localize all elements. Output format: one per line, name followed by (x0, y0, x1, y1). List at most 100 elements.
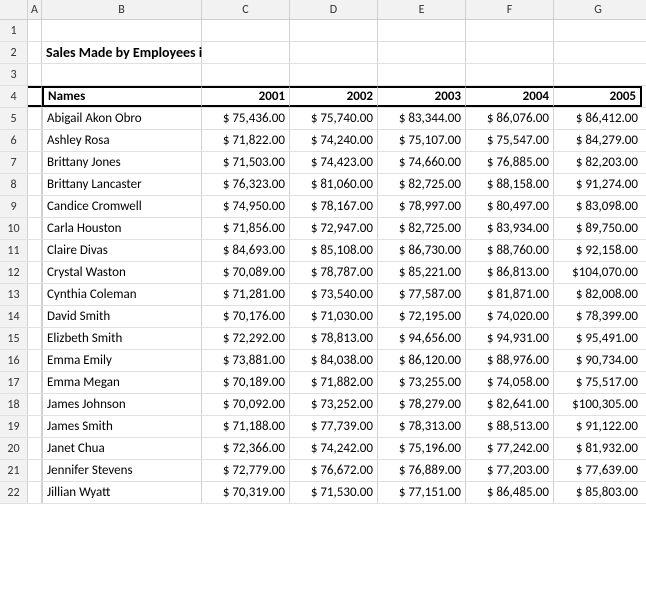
cell-c-10[interactable]: $ 71,856.00 (202, 218, 290, 239)
cell-d-2[interactable] (290, 42, 378, 63)
cell-g-7[interactable]: $ 82,203.00 (554, 152, 642, 173)
cell-g-9[interactable]: $ 83,098.00 (554, 196, 642, 217)
cell-b-7[interactable]: Brittany Jones (42, 152, 202, 173)
cell-e-18[interactable]: $ 78,279.00 (378, 394, 466, 415)
cell-d-19[interactable]: $ 77,739.00 (290, 416, 378, 437)
cell-e-5[interactable]: $ 83,344.00 (378, 108, 466, 129)
cell-g-16[interactable]: $ 90,734.00 (554, 350, 642, 371)
cell-f-21[interactable]: $ 77,203.00 (466, 460, 554, 481)
cell-f-10[interactable]: $ 83,934.00 (466, 218, 554, 239)
cell-g-18[interactable]: $100,305.00 (554, 394, 642, 415)
cell-a-11[interactable] (28, 240, 42, 261)
cell-a-13[interactable] (28, 284, 42, 305)
cell-a-17[interactable] (28, 372, 42, 393)
cell-g-8[interactable]: $ 91,274.00 (554, 174, 642, 195)
cell-a-20[interactable] (28, 438, 42, 459)
cell-d-15[interactable]: $ 78,813.00 (290, 328, 378, 349)
cell-a-18[interactable] (28, 394, 42, 415)
cell-a-7[interactable] (28, 152, 42, 173)
cell-b-12[interactable]: Crystal Waston (42, 262, 202, 283)
cell-g-13[interactable]: $ 82,008.00 (554, 284, 642, 305)
cell-c-12[interactable]: $ 70,089.00 (202, 262, 290, 283)
cell-g-2[interactable] (554, 42, 642, 63)
cell-b-17[interactable]: Emma Megan (42, 372, 202, 393)
cell-c-2[interactable] (202, 42, 290, 63)
cell-a-9[interactable] (28, 196, 42, 217)
cell-e-6[interactable]: $ 75,107.00 (378, 130, 466, 151)
cell-e-20[interactable]: $ 75,196.00 (378, 438, 466, 459)
cell-c-14[interactable]: $ 70,176.00 (202, 306, 290, 327)
cell-a-15[interactable] (28, 328, 42, 349)
cell-c-7[interactable]: $ 71,503.00 (202, 152, 290, 173)
cell-b-5[interactable]: Abigail Akon Obro (42, 108, 202, 129)
cell-e-17[interactable]: $ 73,255.00 (378, 372, 466, 393)
cell-g-21[interactable]: $ 77,639.00 (554, 460, 642, 481)
cell-g-6[interactable]: $ 84,279.00 (554, 130, 642, 151)
cell-c-13[interactable]: $ 71,281.00 (202, 284, 290, 305)
cell-c-3[interactable] (202, 64, 290, 85)
cell-e-4[interactable]: 2003 (378, 86, 466, 107)
cell-b-15[interactable]: Elizbeth Smith (42, 328, 202, 349)
cell-f-4[interactable]: 2004 (466, 86, 554, 107)
cell-f-13[interactable]: $ 81,871.00 (466, 284, 554, 305)
cell-e-1[interactable] (378, 20, 466, 41)
cell-c-1[interactable] (202, 20, 290, 41)
cell-b-18[interactable]: James Johnson (42, 394, 202, 415)
cell-e-22[interactable]: $ 77,151.00 (378, 482, 466, 503)
cell-d-12[interactable]: $ 78,787.00 (290, 262, 378, 283)
cell-b-9[interactable]: Candice Cromwell (42, 196, 202, 217)
cell-f-15[interactable]: $ 94,931.00 (466, 328, 554, 349)
cell-f-17[interactable]: $ 74,058.00 (466, 372, 554, 393)
cell-c-15[interactable]: $ 72,292.00 (202, 328, 290, 349)
cell-d-18[interactable]: $ 73,252.00 (290, 394, 378, 415)
cell-b-1[interactable] (42, 20, 202, 41)
cell-g-19[interactable]: $ 91,122.00 (554, 416, 642, 437)
cell-f-12[interactable]: $ 86,813.00 (466, 262, 554, 283)
cell-c-20[interactable]: $ 72,366.00 (202, 438, 290, 459)
cell-d-22[interactable]: $ 71,530.00 (290, 482, 378, 503)
cell-g-4[interactable]: 2005 (554, 86, 642, 107)
cell-b-14[interactable]: David Smith (42, 306, 202, 327)
cell-e-9[interactable]: $ 78,997.00 (378, 196, 466, 217)
cell-e-21[interactable]: $ 76,889.00 (378, 460, 466, 481)
cell-d-4[interactable]: 2002 (290, 86, 378, 107)
cell-d-7[interactable]: $ 74,423.00 (290, 152, 378, 173)
cell-g-10[interactable]: $ 89,750.00 (554, 218, 642, 239)
cell-a-3[interactable] (28, 64, 42, 85)
cell-f-14[interactable]: $ 74,020.00 (466, 306, 554, 327)
cell-e-7[interactable]: $ 74,660.00 (378, 152, 466, 173)
cell-a-1[interactable] (28, 20, 42, 41)
cell-d-17[interactable]: $ 71,882.00 (290, 372, 378, 393)
cell-g-5[interactable]: $ 86,412.00 (554, 108, 642, 129)
cell-d-9[interactable]: $ 78,167.00 (290, 196, 378, 217)
cell-b-13[interactable]: Cynthia Coleman (42, 284, 202, 305)
cell-b-4[interactable]: Names (42, 86, 202, 107)
cell-a-16[interactable] (28, 350, 42, 371)
cell-g-20[interactable]: $ 81,932.00 (554, 438, 642, 459)
cell-f-22[interactable]: $ 86,485.00 (466, 482, 554, 503)
cell-c-8[interactable]: $ 76,323.00 (202, 174, 290, 195)
cell-e-16[interactable]: $ 86,120.00 (378, 350, 466, 371)
cell-a-4[interactable] (28, 86, 42, 107)
cell-d-21[interactable]: $ 76,672.00 (290, 460, 378, 481)
cell-a-6[interactable] (28, 130, 42, 151)
cell-b-3[interactable] (42, 64, 202, 85)
cell-a-2[interactable] (28, 42, 42, 63)
cell-b-16[interactable]: Emma Emily (42, 350, 202, 371)
cell-c-11[interactable]: $ 84,693.00 (202, 240, 290, 261)
cell-e-15[interactable]: $ 94,656.00 (378, 328, 466, 349)
cell-a-5[interactable] (28, 108, 42, 129)
cell-d-1[interactable] (290, 20, 378, 41)
cell-b-21[interactable]: Jennifer Stevens (42, 460, 202, 481)
cell-a-21[interactable] (28, 460, 42, 481)
cell-f-5[interactable]: $ 86,076.00 (466, 108, 554, 129)
cell-d-20[interactable]: $ 74,242.00 (290, 438, 378, 459)
cell-a-14[interactable] (28, 306, 42, 327)
cell-d-11[interactable]: $ 85,108.00 (290, 240, 378, 261)
cell-b-10[interactable]: Carla Houston (42, 218, 202, 239)
cell-b-11[interactable]: Claire Divas (42, 240, 202, 261)
cell-f-9[interactable]: $ 80,497.00 (466, 196, 554, 217)
cell-f-6[interactable]: $ 75,547.00 (466, 130, 554, 151)
cell-f-1[interactable] (466, 20, 554, 41)
cell-f-2[interactable] (466, 42, 554, 63)
